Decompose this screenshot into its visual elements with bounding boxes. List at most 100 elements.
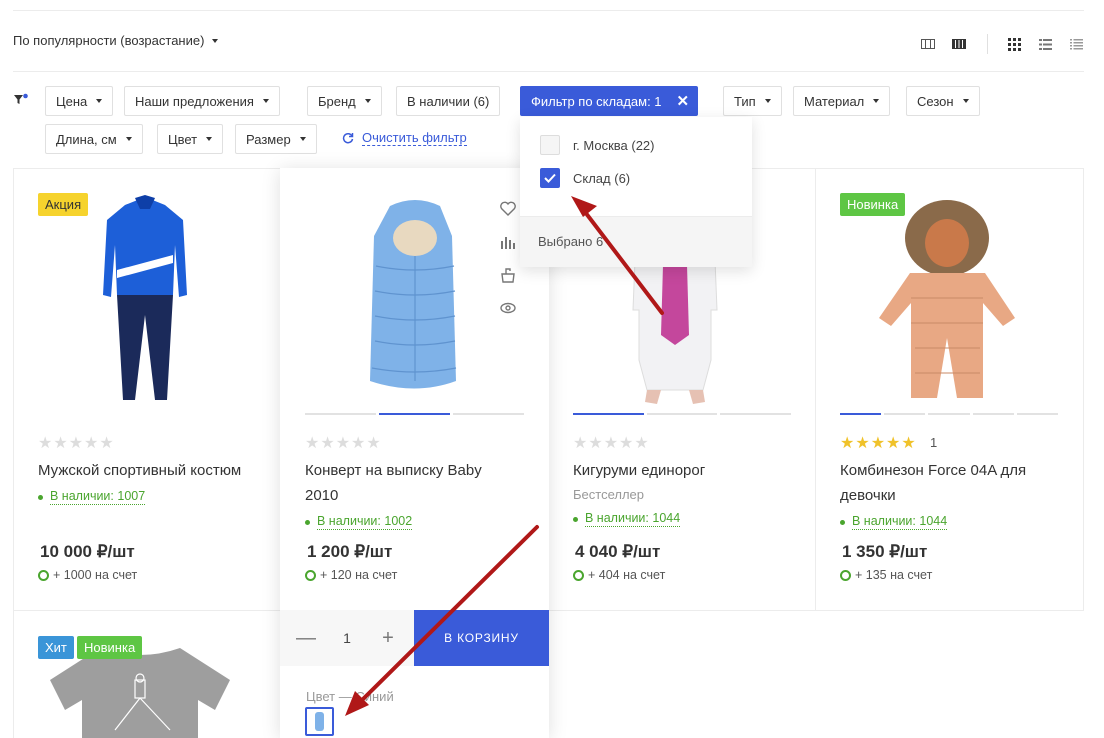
view-switcher: [905, 34, 1084, 54]
rating-stars: ★★★★★: [573, 435, 650, 452]
availability[interactable]: В наличии: 1044: [840, 514, 948, 530]
availability[interactable]: В наличии: 1002: [305, 514, 413, 530]
status-dot: [38, 494, 43, 500]
sort-label: По популярности (возрастание): [13, 33, 205, 48]
product-subtitle: Бестселлер: [573, 487, 644, 502]
filter-chip-season[interactable]: Сезон: [906, 86, 980, 116]
bonus-label: + 120 на счет: [320, 568, 398, 582]
check-icon: [544, 173, 556, 183]
caret-down-icon: [299, 137, 306, 141]
product-title[interactable]: Комбинезон Force 04A для девочки: [840, 458, 1026, 508]
warehouse-filter-dropdown: г. Москва (22) Склад (6) Выбрано 6: [520, 117, 752, 267]
product-title[interactable]: Кигуруми единорог: [573, 458, 705, 483]
cards-icon[interactable]: [1006, 37, 1022, 51]
image-slider[interactable]: [573, 413, 792, 415]
filter-chip-label: Размер: [246, 131, 291, 147]
filter-chip-size[interactable]: Размер: [235, 124, 317, 154]
warehouse-option-label: Склад (6): [573, 170, 631, 186]
product-image[interactable]: [95, 195, 195, 410]
caret-down-icon: [364, 99, 371, 103]
filter-icon[interactable]: [13, 93, 29, 107]
product-image[interactable]: [875, 198, 1020, 408]
qty-minus-button[interactable]: —: [291, 627, 321, 650]
filter-chip-label: Сезон: [917, 93, 954, 109]
grid-divider: [815, 168, 816, 611]
warehouse-option-sklad[interactable]: Склад (6): [540, 168, 630, 188]
product-title[interactable]: Конверт на выписку Baby 2010: [305, 458, 482, 508]
bonus-info: + 120 на счет: [305, 568, 397, 582]
toolbar-divider: [13, 71, 1084, 72]
clear-filter-label: Очистить фильтр: [362, 130, 467, 146]
view-divider: [987, 34, 988, 54]
filter-chip-label: Наши предложения: [135, 93, 254, 109]
one-click-buy-icon[interactable]: [499, 266, 517, 284]
product-title-line: Комбинезон Force 04A для: [840, 462, 1027, 479]
grid-list-icon[interactable]: [951, 37, 967, 51]
product-actions: [499, 200, 517, 317]
grid-tiles-icon[interactable]: [920, 37, 936, 51]
filter-chip-length[interactable]: Длина, см: [45, 124, 143, 154]
caret-down-icon: [125, 137, 132, 141]
status-dot: [305, 519, 310, 525]
availability[interactable]: В наличии: 1007: [38, 489, 146, 505]
badge-sale: Акция: [38, 193, 89, 216]
availability-label: В наличии: 1007: [50, 489, 146, 505]
availability-label: В наличии: 1044: [852, 514, 948, 530]
caret-down-icon: [96, 99, 103, 103]
filter-chip-label: Материал: [804, 93, 865, 109]
product-title[interactable]: Мужской спортивный костюм: [38, 458, 241, 483]
qty-value[interactable]: 1: [343, 630, 351, 646]
caret-down-icon: [206, 137, 213, 141]
checkbox-checked[interactable]: [540, 168, 560, 188]
caret-down-icon: [212, 38, 219, 43]
filter-chip-label: Длина, см: [56, 131, 117, 147]
product-image[interactable]: [360, 196, 470, 406]
add-to-cart-button[interactable]: В КОРЗИНУ: [414, 610, 549, 666]
list-icon[interactable]: [1037, 37, 1053, 51]
refresh-icon: [342, 132, 354, 144]
sort-select[interactable]: По популярности (возрастание): [13, 33, 219, 48]
warehouse-option-moscow[interactable]: г. Москва (22): [540, 135, 655, 155]
add-to-cart-row: — 1 + В КОРЗИНУ: [280, 610, 549, 666]
product-image[interactable]: [615, 250, 735, 410]
caret-down-icon: [873, 99, 880, 103]
top-divider: [13, 10, 1084, 11]
bonus-label: + 1000 на счет: [53, 568, 138, 582]
quick-view-icon[interactable]: [499, 299, 517, 317]
bonus-info: + 404 на счет: [573, 568, 665, 582]
product-price: 4 040 ₽/шт: [575, 542, 661, 561]
filter-chip-type[interactable]: Тип: [723, 86, 782, 116]
filter-chip-brand[interactable]: Бренд: [307, 86, 382, 116]
rating-count: 1: [930, 435, 938, 450]
filter-chip-offers[interactable]: Наши предложения: [124, 86, 280, 116]
caret-down-icon: [262, 99, 269, 103]
filter-chip-label: Цвет: [168, 131, 198, 147]
filter-chip-price[interactable]: Цена: [45, 86, 114, 116]
filter-chip-label: Тип: [734, 93, 756, 109]
filter-chip-label: Цена: [56, 93, 88, 109]
filter-chip-in-stock[interactable]: В наличии (6): [396, 86, 501, 116]
heart-icon[interactable]: [499, 200, 517, 218]
filter-chip-label: Фильтр по складам: 1: [531, 93, 662, 109]
rating-stars: ★★★★★: [305, 435, 382, 452]
dropdown-footer: Выбрано 6: [520, 216, 752, 267]
color-swatch-blue[interactable]: [305, 707, 334, 736]
product-price: 1 200 ₽/шт: [307, 542, 393, 561]
rating-stars: ★★★★★: [38, 435, 115, 452]
image-slider[interactable]: [305, 413, 524, 415]
filter-chip-warehouses[interactable]: Фильтр по складам: 1 ✕: [520, 86, 699, 116]
qty-plus-button[interactable]: +: [373, 627, 403, 650]
bonus-icon: [305, 569, 316, 581]
bonus-info: + 1000 на счет: [38, 568, 137, 582]
clear-filter-link[interactable]: Очистить фильтр: [342, 130, 467, 146]
checkbox[interactable]: [540, 135, 560, 155]
filter-chip-material[interactable]: Материал: [793, 86, 891, 116]
availability[interactable]: В наличии: 1044: [573, 511, 681, 527]
close-icon[interactable]: ✕: [677, 92, 690, 110]
filter-chip-color[interactable]: Цвет: [157, 124, 224, 154]
image-slider[interactable]: [840, 413, 1059, 415]
compact-list-icon[interactable]: [1068, 37, 1084, 51]
product-title-line: девочки: [840, 487, 896, 504]
compare-icon[interactable]: [499, 233, 517, 251]
selected-count: Выбрано 6: [538, 234, 604, 249]
